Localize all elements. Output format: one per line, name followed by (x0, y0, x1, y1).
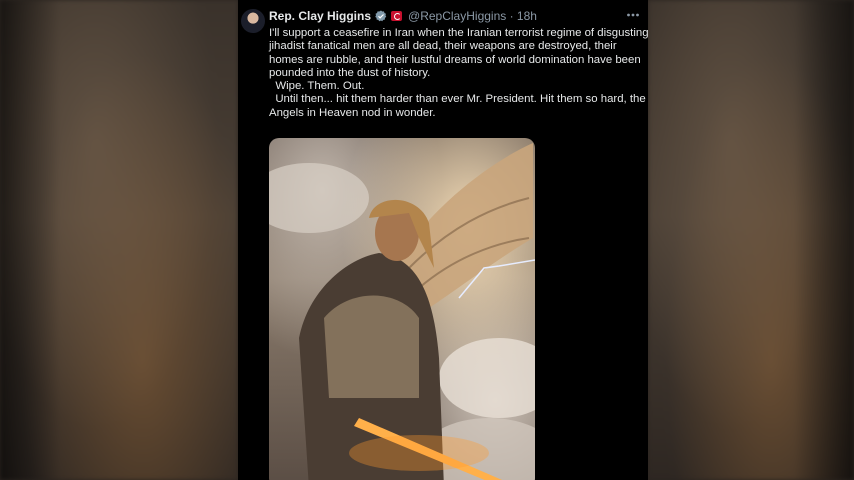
blurred-background-right (648, 0, 854, 480)
tweet-text-line: I'll support a ceasefire in Iran when th… (269, 27, 648, 39)
tweet-text-line: Wipe. Them. Out. (269, 80, 365, 93)
blurred-background-left (0, 0, 238, 480)
more-options-icon[interactable] (626, 8, 640, 22)
tweet-text-line: Angels in Heaven nod in wonder. (269, 106, 436, 119)
display-name[interactable]: Rep. Clay Higgins (269, 9, 371, 23)
verified-badge-icon (375, 10, 387, 22)
tweet-text-line: homes are rubble, and their lustful drea… (269, 53, 641, 66)
tweet-card[interactable]: Rep. Clay Higgins @RepClayHiggins · 18h … (238, 0, 648, 480)
tweet-header: Rep. Clay Higgins @RepClayHiggins · 18h (269, 9, 537, 23)
tweet-text-line: jihadist fanatical men are all dead, the… (269, 40, 617, 53)
tweet-text-line: Until then... hit them harder than ever … (269, 93, 646, 106)
handle-and-time[interactable]: @RepClayHiggins · 18h (408, 9, 537, 23)
avatar[interactable] (241, 9, 265, 33)
tweet-text: I'll support a ceasefire in Iran when th… (269, 27, 648, 120)
angel-illustration (269, 143, 535, 480)
flag-icon (391, 11, 403, 21)
tweet-media-image[interactable] (269, 138, 535, 480)
tweet-text-line: pounded into the dust of history. (269, 66, 431, 79)
